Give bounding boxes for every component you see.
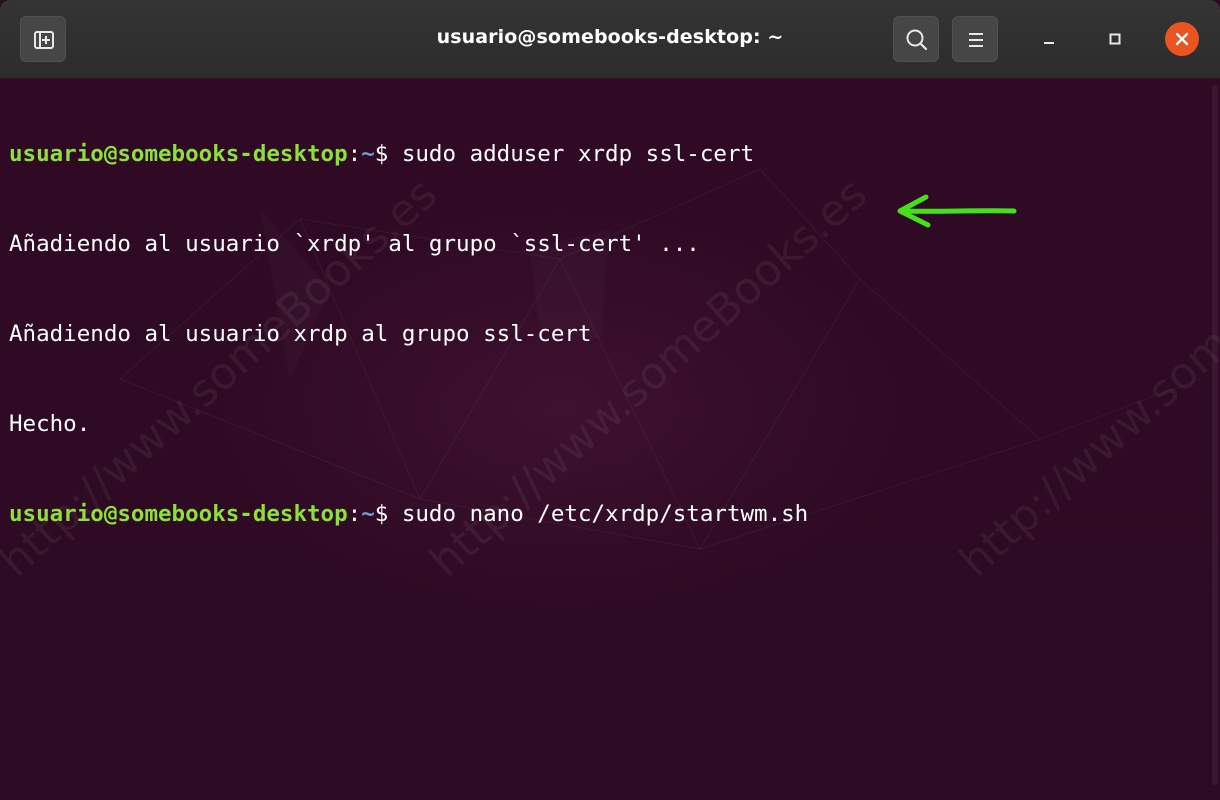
terminal-line: Añadiendo al usuario `xrdp' al grupo `ss… <box>9 231 700 257</box>
header-bar: usuario@somebooks-desktop: ~ <box>0 0 1220 79</box>
minimize-button[interactable] <box>1032 22 1066 56</box>
search-icon <box>906 29 928 51</box>
close-icon <box>1175 32 1189 46</box>
terminal-line: usuario@somebooks-desktop:~$ sudo nano /… <box>9 499 808 529</box>
terminal-output: usuario@somebooks-desktop:~$ sudo adduse… <box>9 79 808 589</box>
hamburger-menu-icon <box>969 33 983 47</box>
prompt-user: usuario@somebooks-desktop <box>9 141 348 167</box>
annotation-arrow-icon <box>897 194 1017 228</box>
terminal-line: Añadiendo al usuario xrdp al grupo ssl-c… <box>9 321 592 347</box>
prompt-separator: : <box>347 141 362 167</box>
maximize-button[interactable] <box>1098 22 1132 56</box>
prompt-path: ~ <box>361 141 375 167</box>
terminal-window: usuario@somebooks-desktop: ~ http://www.… <box>0 0 1220 800</box>
minimize-icon <box>1044 42 1054 44</box>
menu-button[interactable] <box>952 16 998 62</box>
prompt-path: ~ <box>361 501 375 527</box>
scrollbar[interactable] <box>1212 85 1218 785</box>
close-button[interactable] <box>1165 22 1199 56</box>
search-button[interactable] <box>893 16 939 62</box>
terminal-line: usuario@somebooks-desktop:~$ sudo adduse… <box>9 139 808 169</box>
terminal-area[interactable]: http://www.someBooks.es http://www.someB… <box>0 79 1220 800</box>
command-text: $ sudo nano /etc/xrdp/startwm.sh <box>374 501 809 527</box>
command-text: $ sudo adduser xrdp ssl-cert <box>374 141 755 167</box>
terminal-line: Hecho. <box>9 411 91 437</box>
prompt-separator: : <box>347 501 362 527</box>
prompt-user: usuario@somebooks-desktop <box>9 501 348 527</box>
maximize-icon <box>1109 33 1121 45</box>
